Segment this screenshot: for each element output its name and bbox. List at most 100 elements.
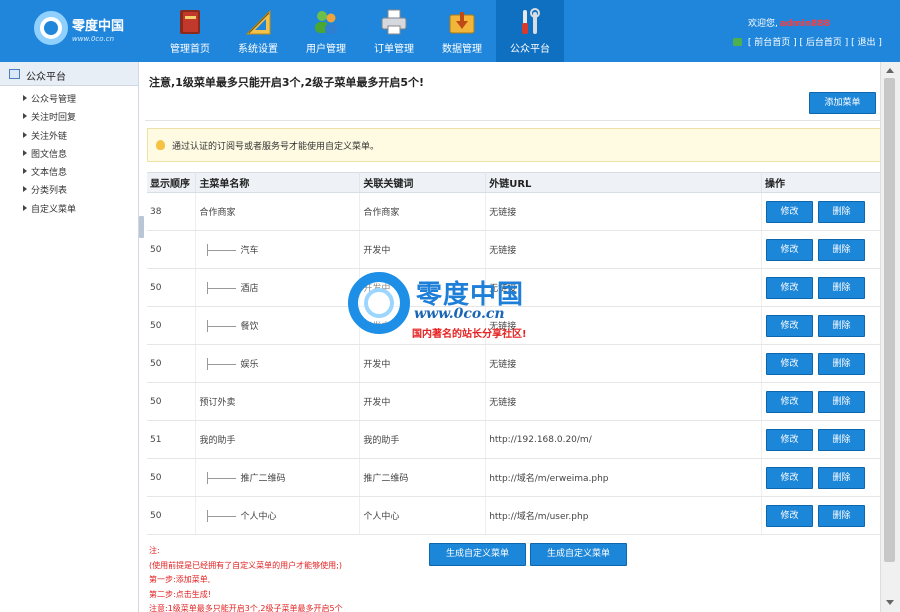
sidebar-toggle-handle[interactable] <box>139 216 144 238</box>
cell-order-text: 51 <box>150 434 162 445</box>
footnote-line: 第一步:添加菜单, <box>149 575 211 584</box>
link-frontend-home[interactable]: [ 前台首页 ] <box>748 38 797 48</box>
nav-item-platform[interactable]: 公众平台 <box>496 0 564 62</box>
cell-keyword-text: 开发中 <box>363 398 391 408</box>
nav-item-data[interactable]: 数据管理 <box>428 0 496 62</box>
cell-order-text: 50 <box>150 282 162 293</box>
delete-button[interactable]: 删除 <box>817 314 865 337</box>
edit-button[interactable]: 修改 <box>765 314 813 337</box>
divider <box>145 120 880 121</box>
generate-menu-button-2[interactable]: 生成自定义菜单 <box>530 543 627 566</box>
watermark: 零度中国 www.0co.cn 国内著名的站长分享社区! <box>348 272 562 362</box>
nav-item-settings[interactable]: 系统设置 <box>224 0 292 62</box>
sidebar-list: 公众号管理 关注时回复 关注外链 图文信息 文本信息 分类列表 自定义菜单 <box>0 86 138 218</box>
logo-icon <box>34 11 68 45</box>
cell-keyword: 个人中心 <box>359 496 487 535</box>
printer-icon <box>381 9 407 35</box>
cell-order: 50 <box>147 496 197 535</box>
cell-menu-name: 汽车 <box>195 230 361 269</box>
tip-banner: 通过认证的订阅号或者服务号才能使用自定义菜单。 <box>147 128 882 162</box>
delete-button[interactable]: 删除 <box>817 352 865 375</box>
users-icon <box>315 11 337 34</box>
edit-button[interactable]: 修改 <box>765 466 813 489</box>
table-header-row: 显示顺序 主菜单名称 关联关键词 外链URL 操作 <box>147 172 883 193</box>
tree-connector-line <box>208 515 237 517</box>
cell-order-text: 50 <box>150 472 162 483</box>
cell-menu-name-text: 我的助手 <box>199 436 236 446</box>
sidebar-item-follow-reply[interactable]: 关注时回复 <box>0 108 138 126</box>
cell-url-text: 无链接 <box>489 398 517 408</box>
delete-button[interactable]: 删除 <box>817 428 865 451</box>
footnote-line: 注意:1级菜单最多只能开启3个,2级子菜单最多开启5个 <box>149 604 343 612</box>
cell-keyword: 合作商家 <box>359 192 487 231</box>
scroll-thumb[interactable] <box>884 78 895 562</box>
sidebar-item-text[interactable]: 文本信息 <box>0 163 138 181</box>
scroll-up-icon[interactable] <box>886 68 894 73</box>
ruler-icon <box>245 9 271 35</box>
cell-menu-name-text: 餐饮 <box>240 321 259 332</box>
delete-button[interactable]: 删除 <box>817 466 865 489</box>
column-header: 显示顺序 <box>147 172 197 193</box>
cell-menu-name-text: 汽车 <box>240 245 259 256</box>
cell-menu-name-text: 预订外卖 <box>199 398 236 408</box>
cell-url: 无链接 <box>485 230 762 269</box>
logo-title: 零度中国 <box>72 19 125 34</box>
cell-keyword-text: 合作商家 <box>363 208 400 218</box>
edit-button[interactable]: 修改 <box>765 352 813 375</box>
nav-item-home[interactable]: 管理首页 <box>156 0 224 62</box>
sidebar-item-follow-link[interactable]: 关注外链 <box>0 127 138 145</box>
add-menu-button[interactable]: 添加菜单 <box>809 92 876 114</box>
table-row: 50 推广二维码 推广二维码 http://域名/m/erweima.php 修改 删除 <box>147 458 883 497</box>
nav-item-orders[interactable]: 订单管理 <box>360 0 428 62</box>
logo-url: www.0co.cn <box>72 35 115 43</box>
cell-keyword-text: 推广二维码 <box>363 474 409 484</box>
book-icon <box>180 10 200 34</box>
edit-button[interactable]: 修改 <box>765 504 813 527</box>
arrow-right-icon <box>23 168 27 175</box>
sidebar-item-label: 关注时回复 <box>31 113 77 124</box>
delete-button[interactable]: 删除 <box>817 390 865 413</box>
nav-item-users[interactable]: 用户管理 <box>292 0 360 62</box>
table-row: 38 合作商家 合作商家 无链接 修改 删除 <box>147 192 883 231</box>
cell-order: 50 <box>147 344 197 383</box>
delete-button[interactable]: 删除 <box>817 504 865 527</box>
cell-order-text: 50 <box>150 510 162 521</box>
cell-actions: 修改 删除 <box>761 458 883 497</box>
vertical-scrollbar[interactable] <box>880 62 900 612</box>
delete-button[interactable]: 删除 <box>817 276 865 299</box>
table-row: 50 个人中心 个人中心 http://域名/m/user.php 修改 删除 <box>147 496 883 535</box>
arrow-right-icon <box>23 186 27 193</box>
sidebar: 公众平台 公众号管理 关注时回复 关注外链 图文信息 文本信息 分类列表 自定义… <box>0 62 139 612</box>
sidebar-item-news[interactable]: 图文信息 <box>0 145 138 163</box>
sidebar-item-categories[interactable]: 分类列表 <box>0 181 138 199</box>
cell-keyword: 开发中 <box>359 230 487 269</box>
edit-button[interactable]: 修改 <box>765 428 813 451</box>
cell-order-text: 50 <box>150 244 162 255</box>
edit-button[interactable]: 修改 <box>765 276 813 299</box>
nav-label: 用户管理 <box>306 44 346 55</box>
nav-label: 公众平台 <box>510 44 550 55</box>
cell-order: 38 <box>147 192 197 231</box>
sidebar-header[interactable]: 公众平台 <box>0 62 138 86</box>
main-nav: 管理首页 系统设置 用户管理 订单管理 数据管理 公众平台 <box>156 0 564 62</box>
sidebar-item-label: 分类列表 <box>31 186 68 197</box>
edit-button[interactable]: 修改 <box>765 200 813 223</box>
sidebar-item-custom-menu[interactable]: 自定义菜单 <box>0 200 138 218</box>
link-logout[interactable]: [ 退出 ] <box>851 38 882 48</box>
tree-connector-line <box>208 249 237 251</box>
edit-button[interactable]: 修改 <box>765 390 813 413</box>
delete-button[interactable]: 删除 <box>817 200 865 223</box>
column-header: 关联关键词 <box>359 172 487 193</box>
generate-menu-button[interactable]: 生成自定义菜单 <box>429 543 526 566</box>
link-admin-home[interactable]: [ 后台首页 ] <box>800 38 849 48</box>
edit-button[interactable]: 修改 <box>765 238 813 261</box>
cell-url: http://192.168.0.20/m/ <box>485 420 762 459</box>
watermark-slogan: 国内著名的站长分享社区! <box>412 329 527 340</box>
cell-actions: 修改 删除 <box>761 268 883 307</box>
column-header: 主菜单名称 <box>195 172 361 193</box>
sidebar-item-account[interactable]: 公众号管理 <box>0 90 138 108</box>
scroll-down-icon[interactable] <box>886 600 894 605</box>
logo[interactable]: 零度中国 www.0co.cn <box>34 11 134 51</box>
cell-menu-name-text: 娱乐 <box>240 359 259 370</box>
delete-button[interactable]: 删除 <box>817 238 865 261</box>
